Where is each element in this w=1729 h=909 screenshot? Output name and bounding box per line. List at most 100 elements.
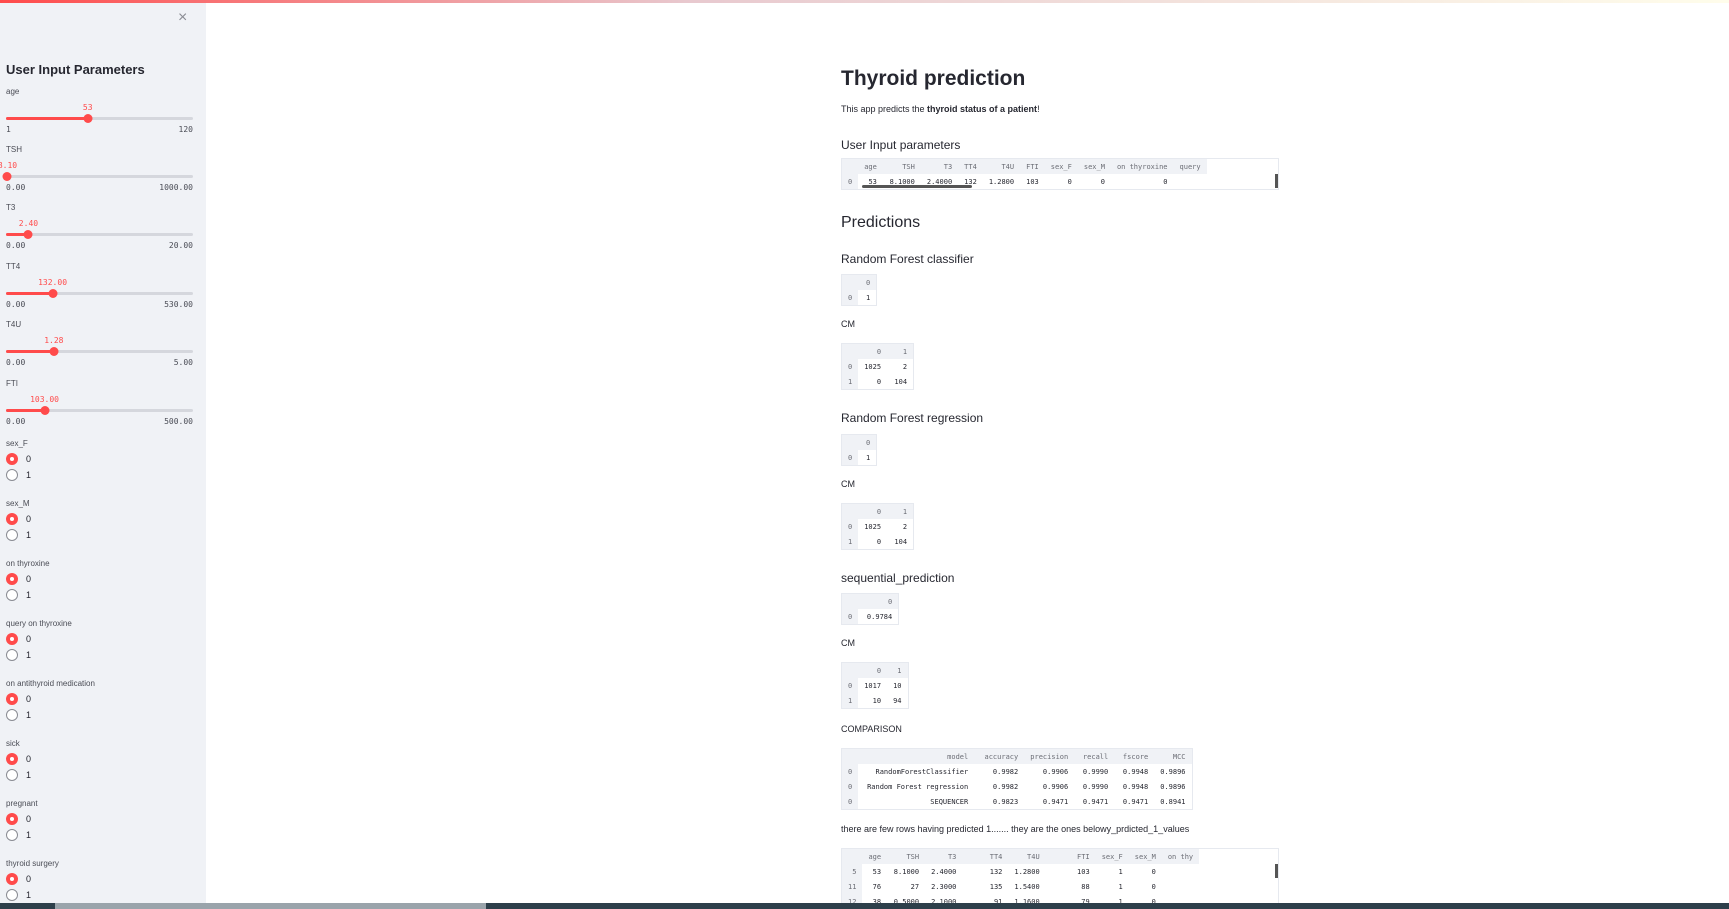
vertical-scrollbar[interactable] [1275, 174, 1278, 188]
radio-circle[interactable] [6, 873, 18, 885]
column-header[interactable]: FTI [1020, 159, 1045, 174]
slider-2[interactable]: T3 2.40 0.00 20.00 [6, 203, 193, 255]
column-header[interactable] [842, 749, 859, 764]
column-header[interactable] [842, 663, 859, 678]
radio-option[interactable]: 1 [6, 889, 66, 902]
radio-circle[interactable] [6, 753, 18, 765]
column-header[interactable]: TSH [882, 159, 921, 174]
column-header[interactable]: TT4 [958, 159, 983, 174]
radio-circle[interactable] [6, 633, 18, 645]
sequential-prediction-table[interactable]: 0 0 0.9784 [841, 593, 900, 625]
column-header[interactable]: T4U [1008, 849, 1046, 864]
slider-handle[interactable] [49, 347, 59, 356]
slider-5[interactable]: FTI 103.00 0.00 500.00 [6, 379, 193, 431]
slider-track[interactable] [6, 230, 193, 239]
radio-option[interactable]: 1 [6, 469, 66, 482]
radio-option[interactable]: 1 [6, 829, 66, 842]
radio-circle[interactable] [6, 513, 18, 525]
radio-circle[interactable] [6, 529, 18, 541]
column-header[interactable]: 1 [887, 663, 908, 678]
column-header[interactable]: 1 [887, 344, 914, 359]
radio-option[interactable]: 1 [6, 769, 66, 782]
column-header[interactable]: on thy [1161, 849, 1200, 864]
slider-3[interactable]: TT4 132.00 0.00 530.00 [6, 262, 193, 314]
rf-classifier-confusion-matrix[interactable]: 0 1 0 1025 2 1 0 104 [841, 343, 915, 390]
slider-track[interactable] [2, 172, 193, 181]
column-header[interactable]: sex_M [1128, 849, 1162, 864]
column-header[interactable]: accuracy [974, 749, 1025, 764]
column-header[interactable]: query [1173, 159, 1207, 174]
column-header[interactable]: 1 [887, 504, 914, 519]
comparison-table[interactable]: model accuracy precision recall fscore MCC 0 Ra… [841, 748, 1193, 810]
radio-option[interactable]: 0 [6, 453, 66, 466]
radio-option[interactable]: 0 [6, 753, 66, 766]
column-header[interactable] [842, 275, 859, 290]
column-header[interactable]: precision [1024, 749, 1075, 764]
column-header[interactable]: sex_F [1044, 159, 1078, 174]
column-header[interactable] [842, 504, 859, 519]
radio-circle[interactable] [6, 469, 18, 481]
radio-option[interactable]: 1 [6, 709, 66, 722]
predicted-1-values-table[interactable]: age TSH T3 TT4 T4U FTI sex_F sex_M on thy 5 53 8.10… [841, 848, 1279, 903]
column-header[interactable]: age [858, 159, 883, 174]
column-header[interactable]: T3 [925, 849, 963, 864]
column-header[interactable] [842, 159, 859, 174]
column-header[interactable]: age [862, 849, 888, 864]
radio-option[interactable]: 1 [6, 649, 66, 662]
column-header[interactable]: 0 [858, 275, 877, 290]
column-header[interactable] [842, 435, 859, 450]
radio-circle[interactable] [6, 453, 18, 465]
column-header[interactable] [842, 344, 859, 359]
column-header[interactable]: on thyroxine [1110, 159, 1174, 174]
radio-circle[interactable] [6, 889, 18, 901]
scrollbar-thumb[interactable] [55, 903, 486, 909]
column-header[interactable]: TT4 [962, 849, 1009, 864]
slider-handle[interactable] [23, 230, 33, 239]
column-header[interactable]: 0 [858, 663, 888, 678]
rf-regression-prediction-table[interactable]: 001 [841, 434, 878, 466]
radio-option[interactable]: 0 [6, 873, 66, 886]
horizontal-scrollbar[interactable] [862, 185, 972, 188]
slider-track[interactable] [6, 289, 193, 298]
radio-circle[interactable] [6, 813, 18, 825]
radio-circle[interactable] [6, 769, 18, 781]
sequential-confusion-matrix[interactable]: 0 1 0 1017 10 1 10 94 [841, 662, 909, 709]
slider-track[interactable] [6, 114, 193, 123]
slider-handle[interactable] [48, 289, 58, 298]
radio-option[interactable]: 0 [6, 633, 66, 646]
radio-option[interactable]: 0 [6, 573, 66, 586]
radio-circle[interactable] [6, 589, 18, 601]
close-sidebar-icon[interactable]: × [178, 10, 187, 26]
vertical-scrollbar[interactable] [1275, 864, 1278, 878]
radio-option[interactable]: 1 [6, 529, 66, 542]
column-header[interactable]: T3 [920, 159, 959, 174]
radio-circle[interactable] [6, 573, 18, 585]
column-header[interactable]: TSH [887, 849, 926, 864]
column-header[interactable]: fscore [1114, 749, 1155, 764]
column-header[interactable]: 0 [858, 594, 899, 609]
slider-handle[interactable] [83, 114, 93, 123]
slider-track[interactable] [6, 347, 193, 356]
radio-circle[interactable] [6, 693, 18, 705]
column-header[interactable]: 0 [858, 344, 888, 359]
radio-option[interactable]: 0 [6, 513, 66, 526]
column-header[interactable]: T4U [982, 159, 1021, 174]
radio-circle[interactable] [6, 649, 18, 661]
user-input-dataframe[interactable]: age TSH T3 TT4 T4U FTI sex_F sex_M on thyroxine q… [841, 158, 1279, 190]
column-header[interactable]: recall [1074, 749, 1115, 764]
column-header[interactable]: MCC [1154, 749, 1192, 764]
horizontal-page-scrollbar[interactable] [0, 903, 1729, 909]
column-header[interactable]: 0 [858, 435, 877, 450]
radio-option[interactable]: 0 [6, 693, 66, 706]
column-header[interactable] [842, 594, 859, 609]
column-header[interactable]: sex_M [1077, 159, 1111, 174]
radio-circle[interactable] [6, 829, 18, 841]
rf-regression-confusion-matrix[interactable]: 0 1 0 1025 2 1 0 104 [841, 503, 915, 550]
radio-option[interactable]: 0 [6, 813, 66, 826]
column-header[interactable]: FTI [1045, 849, 1096, 864]
rf-classifier-prediction-table[interactable]: 001 [841, 274, 878, 306]
column-header[interactable]: sex_F [1095, 849, 1129, 864]
slider-handle[interactable] [2, 172, 12, 181]
radio-circle[interactable] [6, 709, 18, 721]
column-header[interactable]: 0 [858, 504, 888, 519]
